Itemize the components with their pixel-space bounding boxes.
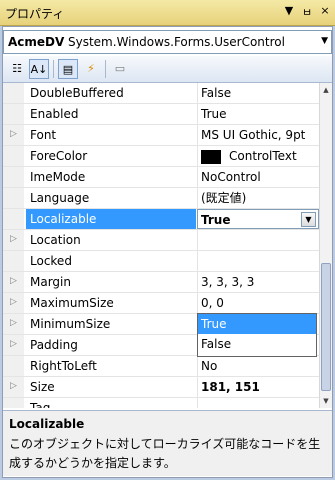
- property-value-text: No: [201, 359, 218, 373]
- expand-icon[interactable]: ▷: [10, 339, 17, 349]
- property-row[interactable]: DoubleBuffered False: [3, 83, 319, 104]
- properties-icon[interactable]: ▤: [58, 59, 78, 79]
- property-row[interactable]: ▷ Size 181, 151: [3, 377, 319, 398]
- property-row[interactable]: Localizable True ▼: [3, 209, 319, 230]
- property-value[interactable]: 0, 0: [197, 293, 319, 313]
- panel-title: プロパティ: [5, 7, 65, 21]
- property-row[interactable]: ▷ Location: [3, 230, 319, 251]
- property-name[interactable]: Language: [26, 188, 196, 208]
- property-value[interactable]: ControlText: [197, 146, 319, 166]
- dropdown-option-true[interactable]: True: [198, 314, 316, 334]
- alphabetical-sort-icon[interactable]: A↓: [29, 59, 49, 79]
- property-value-text: 181, 151: [201, 380, 260, 394]
- property-value[interactable]: [197, 230, 319, 250]
- scroll-down-icon[interactable]: ▼: [320, 394, 332, 408]
- expand-icon[interactable]: ▷: [10, 318, 17, 328]
- description-title: Localizable: [9, 417, 85, 431]
- property-name[interactable]: Tag: [26, 398, 196, 408]
- object-name: AcmeDV: [8, 35, 65, 49]
- description-text: このオブジェクトに対してローカライズ可能なコードを生成するかどうかを指定します。: [9, 437, 321, 470]
- property-value[interactable]: False: [197, 83, 319, 103]
- chevron-down-icon[interactable]: ▼: [321, 36, 328, 46]
- property-name[interactable]: DoubleBuffered: [26, 83, 196, 103]
- property-value[interactable]: NoControl: [197, 167, 319, 187]
- expand-icon[interactable]: ▷: [10, 276, 17, 286]
- property-row[interactable]: ForeColor ControlText: [3, 146, 319, 167]
- property-row[interactable]: ▷ MaximumSize 0, 0: [3, 293, 319, 314]
- property-value[interactable]: MS UI Gothic, 9pt: [197, 125, 319, 145]
- property-value[interactable]: True: [197, 104, 319, 124]
- property-row[interactable]: RightToLeft No: [3, 356, 319, 377]
- property-name[interactable]: Locked: [26, 251, 196, 271]
- property-value[interactable]: (既定値): [197, 188, 319, 208]
- object-selector[interactable]: AcmeDV System.Windows.Forms.UserControl …: [3, 30, 332, 54]
- property-value[interactable]: No: [197, 356, 319, 376]
- toolbar-separator: [105, 60, 106, 78]
- property-name[interactable]: Location: [26, 230, 196, 250]
- property-name[interactable]: Size: [26, 377, 196, 397]
- window-menu-dropdown-icon[interactable]: ▼: [282, 4, 296, 17]
- pin-icon[interactable]: ㅂ: [300, 4, 314, 20]
- property-grid: DoubleBuffered False Enabled True ▷ Font MS UI…: [3, 83, 319, 408]
- property-value-text: False: [201, 86, 232, 100]
- property-value[interactable]: [197, 251, 319, 271]
- property-value[interactable]: [197, 398, 319, 408]
- property-pages-icon[interactable]: ▭: [110, 59, 130, 79]
- expand-icon[interactable]: ▷: [10, 234, 17, 244]
- localizable-dropdown-list: True False: [197, 313, 317, 357]
- expand-icon[interactable]: ▷: [10, 129, 17, 139]
- chevron-down-icon[interactable]: ▼: [301, 212, 316, 227]
- property-name[interactable]: Font: [26, 125, 196, 145]
- property-name[interactable]: ImeMode: [26, 167, 196, 187]
- object-type: System.Windows.Forms.UserControl: [68, 35, 285, 49]
- events-icon[interactable]: ⚡: [81, 59, 101, 79]
- property-value-text: MS UI Gothic, 9pt: [201, 128, 306, 142]
- property-value-text: ControlText: [229, 149, 297, 163]
- property-name[interactable]: RightToLeft: [26, 356, 196, 376]
- property-name[interactable]: Margin: [26, 272, 196, 292]
- property-row[interactable]: Enabled True: [3, 104, 319, 125]
- property-value-text: 0, 0: [201, 296, 224, 310]
- property-row[interactable]: ▷ Font MS UI Gothic, 9pt: [3, 125, 319, 146]
- property-row[interactable]: Locked: [3, 251, 319, 272]
- close-icon[interactable]: ×: [318, 4, 332, 17]
- property-name[interactable]: MinimumSize: [26, 314, 196, 334]
- property-value[interactable]: 3, 3, 3, 3: [197, 272, 319, 292]
- dropdown-option-false[interactable]: False: [198, 334, 316, 354]
- toolbar-separator: [53, 60, 54, 78]
- description-pane: Localizable このオブジェクトに対してローカライズ可能なコードを生成す…: [3, 410, 332, 476]
- property-row[interactable]: ImeMode NoControl: [3, 167, 319, 188]
- expand-icon[interactable]: ▷: [10, 381, 17, 391]
- property-value-text: True: [201, 107, 227, 121]
- property-value[interactable]: 181, 151: [197, 377, 319, 397]
- property-value-text: NoControl: [201, 170, 261, 184]
- property-name[interactable]: MaximumSize: [26, 293, 196, 313]
- vertical-scrollbar[interactable]: ▲ ▼: [319, 83, 332, 408]
- property-row[interactable]: ▷ Margin 3, 3, 3, 3: [3, 272, 319, 293]
- scrollbar-thumb[interactable]: [321, 263, 331, 391]
- property-name[interactable]: ForeColor: [26, 146, 196, 166]
- property-value[interactable]: True ▼: [197, 209, 319, 229]
- scroll-up-icon[interactable]: ▲: [320, 83, 332, 97]
- property-row[interactable]: Tag: [3, 398, 319, 408]
- property-name[interactable]: Enabled: [26, 104, 196, 124]
- property-value-text: 3, 3, 3, 3: [201, 275, 255, 289]
- property-name[interactable]: Padding: [26, 335, 196, 355]
- property-value-text: (既定値): [201, 191, 247, 205]
- property-value-text: True: [201, 213, 231, 227]
- properties-toolbar: ☷ A↓ ▤ ⚡ ▭: [3, 56, 332, 83]
- color-swatch: [201, 149, 221, 164]
- property-name[interactable]: Localizable: [26, 209, 196, 229]
- property-row[interactable]: Language (既定値): [3, 188, 319, 209]
- expand-icon[interactable]: ▷: [10, 297, 17, 307]
- categorized-icon[interactable]: ☷: [7, 59, 27, 79]
- panel-title-bar: プロパティ ▼ ㅂ ×: [0, 0, 335, 26]
